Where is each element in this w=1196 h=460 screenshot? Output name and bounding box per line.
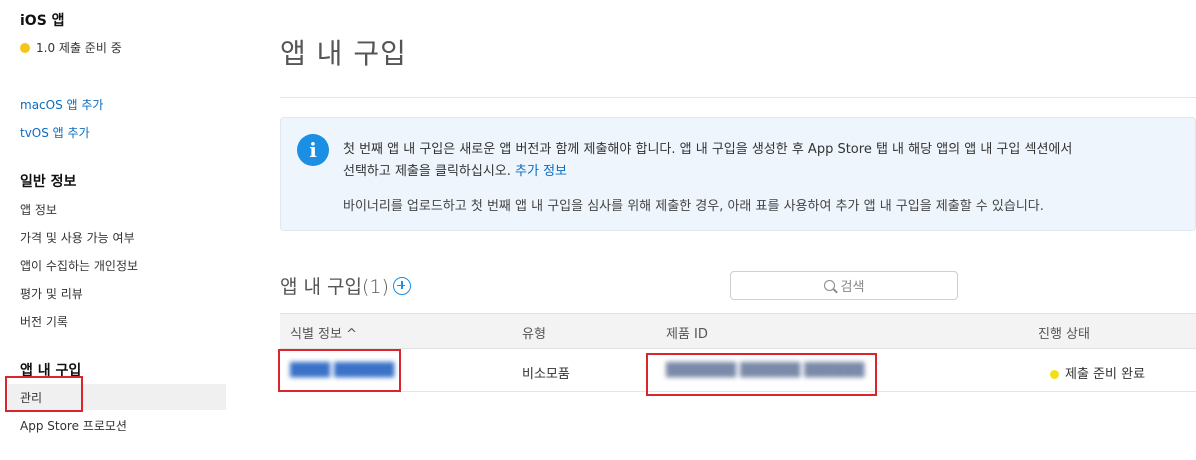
sidebar: iOS 앱 1.0 제출 준비 중 macOS 앱 추가 tvOS 앱 추가 일…	[0, 0, 230, 460]
iap-status-label: 제출 준비 완료	[1065, 367, 1146, 382]
column-header-status[interactable]: 진행 상태	[1038, 323, 1090, 342]
sidebar-item-version-history[interactable]: 버전 기록	[20, 313, 68, 330]
status-ready-dot-icon	[1050, 370, 1059, 379]
app-platform-title: iOS 앱	[20, 13, 65, 29]
info-text-line3: 바이너리를 업로드하고 첫 번째 앱 내 구입을 심사를 위해 제출한 경우, …	[343, 199, 1044, 214]
app-version-status-label: 1.0 제출 준비 중	[36, 41, 122, 55]
column-header-product-id[interactable]: 제품 ID	[666, 323, 708, 342]
page-title: 앱 내 구입	[280, 37, 407, 70]
add-iap-plus-icon[interactable]	[392, 276, 411, 295]
sidebar-item-app-store-promotion[interactable]: App Store 프로모션	[20, 417, 127, 434]
sidebar-item-pricing[interactable]: 가격 및 사용 가능 여부	[20, 229, 135, 246]
sidebar-item-app-info[interactable]: 앱 정보	[20, 201, 57, 218]
sidebar-item-privacy[interactable]: 앱이 수집하는 개인정보	[20, 257, 138, 274]
iap-status: 제출 준비 완료	[1050, 363, 1145, 382]
add-macos-app-link[interactable]: macOS 앱 추가	[20, 96, 103, 113]
search-input[interactable]: 검색	[730, 271, 958, 300]
info-text-line1: 첫 번째 앱 내 구입은 새로운 앱 버전과 함께 제출해야 합니다. 앱 내 …	[343, 142, 1073, 157]
app-version-status[interactable]: 1.0 제출 준비 중	[20, 39, 122, 56]
sidebar-item-ratings-reviews[interactable]: 평가 및 리뷰	[20, 285, 83, 302]
status-dot-icon	[20, 42, 30, 53]
more-info-link[interactable]: 추가 정보	[515, 164, 567, 179]
column-header-type[interactable]: 유형	[522, 323, 546, 342]
info-text-line2-label: 선택하고 제출을 클릭하십시오.	[343, 164, 511, 179]
search-icon	[823, 280, 835, 291]
main-content: 앱 내 구입 i 첫 번째 앱 내 구입은 새로운 앱 버전과 함께 제출해야 …	[280, 0, 1196, 460]
info-banner: i 첫 번째 앱 내 구입은 새로운 앱 버전과 함께 제출해야 합니다. 앱 …	[280, 117, 1196, 231]
add-tvos-app-link[interactable]: tvOS 앱 추가	[20, 124, 90, 141]
iap-section-title: 앱 내 구입(1)	[280, 272, 411, 299]
sidebar-item-manage[interactable]: 관리	[20, 389, 42, 406]
iap-identifier-link[interactable]: ████ ██████	[290, 363, 394, 378]
general-info-heading: 일반 정보	[20, 174, 77, 190]
title-divider	[280, 97, 1196, 98]
info-text-line2: 선택하고 제출을 클릭하십시오. 추가 정보	[343, 160, 567, 179]
iap-type: 비소모품	[522, 367, 570, 382]
iap-section-title-label: 앱 내 구입(1)	[280, 276, 389, 298]
iap-product-id: ███████ ██████ ██████	[666, 363, 865, 378]
info-icon: i	[297, 134, 329, 166]
table-header: 식별 정보 ^ 유형 제품 ID 진행 상태	[280, 313, 1196, 349]
iap-heading: 앱 내 구입	[20, 363, 82, 379]
table-row[interactable]: ████ ██████ 비소모품 ███████ ██████ ██████ 제…	[280, 350, 1196, 392]
column-header-identifier[interactable]: 식별 정보 ^	[290, 323, 357, 342]
search-placeholder: 검색	[840, 280, 865, 295]
